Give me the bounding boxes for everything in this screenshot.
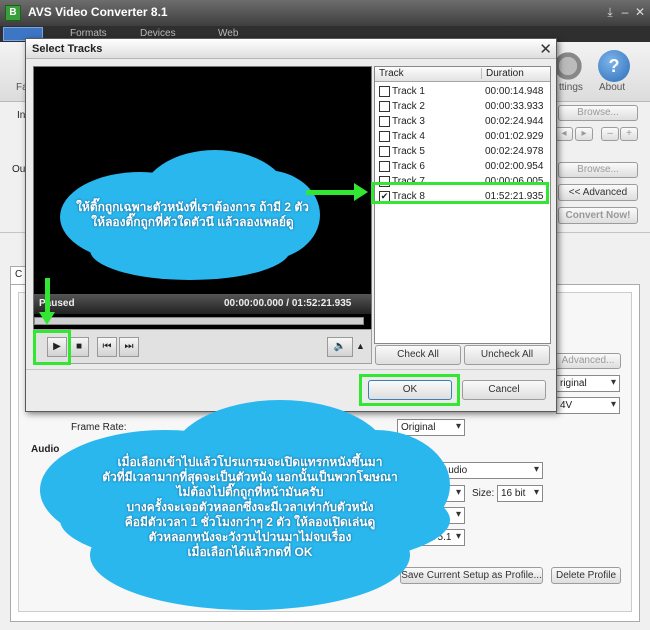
annotation-line: ไม่ต้องไปติ๊กถูกที่หน้ามันครับ xyxy=(176,485,324,499)
dialog-title: Select Tracks xyxy=(32,43,103,55)
size-label: Size: xyxy=(472,488,495,499)
player-controls: ▶ ■ ⏮ ⏭ 🔈 ▲ xyxy=(33,329,372,364)
track-name: Track 4 xyxy=(392,131,425,142)
video-size-select[interactable]: riginal xyxy=(556,375,620,392)
next-frame-button[interactable]: ⏭ xyxy=(119,337,139,357)
track-checkbox[interactable] xyxy=(379,101,390,112)
seek-bar[interactable] xyxy=(34,317,364,325)
aspect-select[interactable]: 4V xyxy=(556,397,620,414)
annotation-cloud-2: เมื่อเลือกเข้าไปแล้วโปรแกรมจะเปิดแทรกหนั… xyxy=(55,455,445,560)
about-icon[interactable]: ? xyxy=(598,50,630,82)
annotation-line: ตัวที่มีเวลามากที่สุดจะเป็นตัวหนัง นอกนั… xyxy=(102,470,398,484)
remove-button[interactable]: – xyxy=(601,127,619,141)
track-list: Track Duration Track 1 00:00:14.948 Track … xyxy=(374,66,551,344)
track-checkbox[interactable] xyxy=(379,131,390,142)
delete-profile-button[interactable]: Delete Profile xyxy=(551,567,621,584)
annotation-cloud-1: ให้ติ๊กถูกเฉพาะตัวหนังที่เราต้องการ ถ้าม… xyxy=(76,200,309,229)
track-duration: 00:02:00.954 xyxy=(485,161,544,172)
advanced-toggle-button[interactable]: << Advanced xyxy=(558,184,638,201)
track-checkbox[interactable] xyxy=(379,116,390,127)
track-row[interactable]: Track 2 00:00:33.933 xyxy=(375,99,550,114)
arrow-left-button[interactable]: ◂ xyxy=(555,127,573,141)
volume-dropdown-icon[interactable]: ▲ xyxy=(356,341,365,351)
volume-icon[interactable]: 🔈 xyxy=(327,337,353,357)
track-duration: 00:00:14.948 xyxy=(485,86,544,97)
track-duration: 00:02:24.944 xyxy=(485,116,544,127)
duration-column-header[interactable]: Duration xyxy=(481,68,524,79)
output-label: Ou xyxy=(12,164,26,175)
frame-rate-select[interactable]: Original xyxy=(397,419,465,436)
track-row[interactable]: Track 4 00:01:02.929 xyxy=(375,129,550,144)
title-bar: B AVS Video Converter 8.1 ⤓ – ✕ xyxy=(0,0,650,26)
track-row[interactable]: Track 5 00:02:24.978 xyxy=(375,144,550,159)
track-duration: 00:01:02.929 xyxy=(485,131,544,142)
advanced-button[interactable]: Advanced... xyxy=(555,353,621,369)
convert-now-button[interactable]: Convert Now! xyxy=(558,207,638,224)
arrow-head-right-icon xyxy=(354,183,368,201)
arrow-right-button[interactable]: ▸ xyxy=(575,127,593,141)
uncheck-all-button[interactable]: Uncheck All xyxy=(464,345,550,365)
track-name: Track 6 xyxy=(392,161,425,172)
player-status-bar: Paused 00:00:00.000 / 01:52:21.935 xyxy=(34,294,371,314)
track-column-header[interactable]: Track xyxy=(379,68,404,79)
arrow-head-down-icon xyxy=(39,312,55,325)
about-label: About xyxy=(599,82,626,93)
previous-frame-button[interactable]: ⏮ xyxy=(97,337,117,357)
window-title: AVS Video Converter 8.1 xyxy=(28,5,168,19)
track-name: Track 3 xyxy=(392,116,425,127)
player-time: 00:00:00.000 / 01:52:21.935 xyxy=(224,298,352,309)
annotation-line: เมื่อเลือกได้แล้วกดที่ OK xyxy=(187,545,313,559)
add-button[interactable]: + xyxy=(620,127,638,141)
cancel-button[interactable]: Cancel xyxy=(462,380,546,400)
dialog-close-icon[interactable]: ✕ xyxy=(539,40,552,58)
stop-button[interactable]: ■ xyxy=(69,337,89,357)
sample-size-select[interactable]: 16 bit xyxy=(497,485,543,502)
track-checkbox[interactable] xyxy=(379,86,390,97)
highlight-play xyxy=(33,330,71,365)
track-checkbox[interactable] xyxy=(379,161,390,172)
save-profile-button[interactable]: Save Current Setup as Profile... xyxy=(400,567,543,584)
arrow-to-play xyxy=(45,278,50,314)
track-list-header: Track Duration xyxy=(375,67,550,82)
close-button[interactable]: ✕ xyxy=(632,4,648,20)
settings-label: ttings xyxy=(559,82,583,93)
track-duration: 00:02:24.978 xyxy=(485,146,544,157)
frame-rate-label: Frame Rate: xyxy=(71,422,127,433)
dialog-divider xyxy=(26,369,556,370)
browse-output-button[interactable]: Browse... xyxy=(558,162,638,178)
track-duration: 00:00:33.933 xyxy=(485,101,544,112)
minimize-button[interactable]: – xyxy=(617,4,633,20)
film-icon: B xyxy=(5,5,21,21)
annotation-line: ตัวหลอกหนังจะวังวนไปวนมาไม่จบเรื่อง xyxy=(148,530,352,544)
track-name: Track 2 xyxy=(392,101,425,112)
track-row[interactable]: Track 1 00:00:14.948 xyxy=(375,84,550,99)
track-name: Track 1 xyxy=(392,86,425,97)
track-row[interactable]: Track 6 00:02:00.954 xyxy=(375,159,550,174)
audio-heading: Audio xyxy=(31,444,60,455)
browse-input-button[interactable]: Browse... xyxy=(558,105,638,121)
highlight-track8 xyxy=(371,182,549,204)
arrow-to-track8 xyxy=(306,190,356,195)
highlight-ok xyxy=(359,374,460,406)
track-row[interactable]: Track 3 00:02:24.944 xyxy=(375,114,550,129)
dialog-title-bar: Select Tracks ✕ xyxy=(26,39,556,59)
annotation-line: เมื่อเลือกเข้าไปแล้วโปรแกรมจะเปิดแทรกหนั… xyxy=(117,455,383,469)
annotation-line: บางครั้งจะเจอตัวหลอกซึ่งจะมีเวลาเท่ากับต… xyxy=(126,500,374,514)
track-name: Track 5 xyxy=(392,146,425,157)
track-checkbox[interactable] xyxy=(379,146,390,157)
download-icon[interactable]: ⤓ xyxy=(602,4,618,20)
annotation-line: คือมีตัวเวลา 1 ชั่วโมงกว่าๆ 2 ตัว ให้ลอง… xyxy=(124,515,376,529)
check-all-button[interactable]: Check All xyxy=(375,345,461,365)
